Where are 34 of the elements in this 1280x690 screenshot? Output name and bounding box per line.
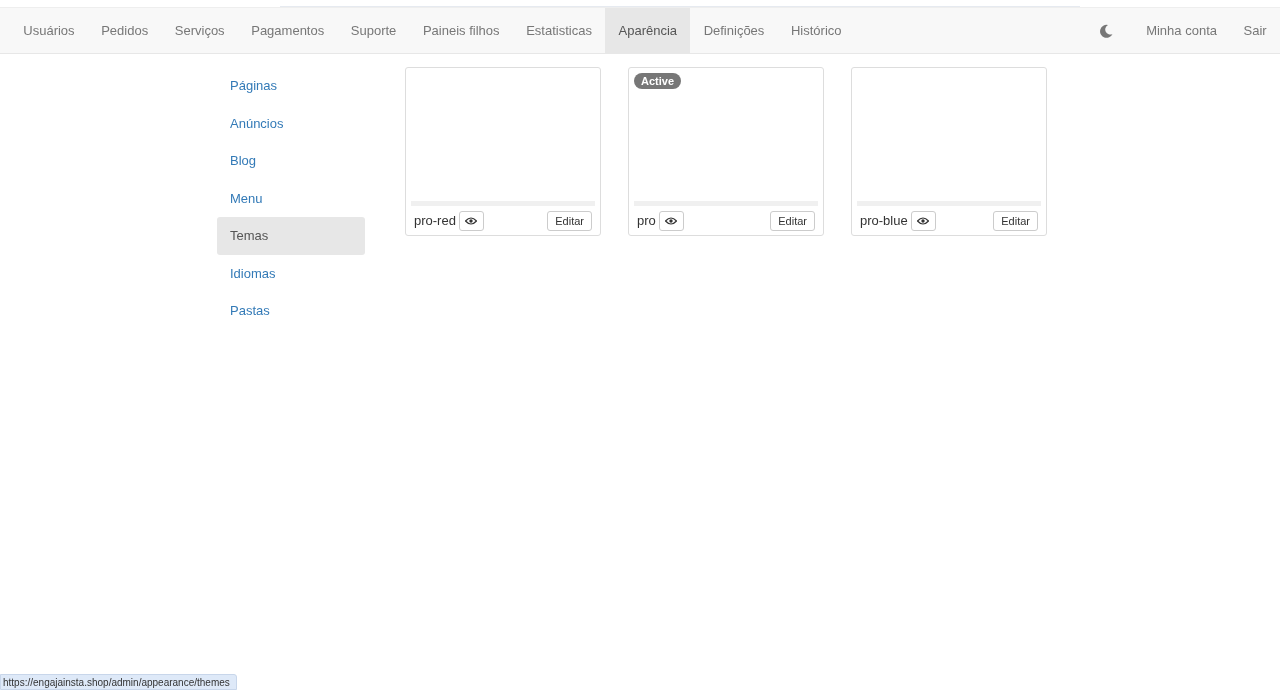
sidebar-item[interactable]: Idiomas <box>217 254 365 292</box>
sidebar-item[interactable]: Anúncios <box>217 104 365 142</box>
theme-name: pro-red <box>414 213 456 228</box>
nav-link[interactable]: Estatisticas <box>512 8 606 53</box>
nav-link[interactable]: Aparência <box>605 8 691 53</box>
theme-name: pro <box>637 213 656 228</box>
active-badge: Active <box>634 73 682 89</box>
sidebar-item[interactable]: Menu <box>217 179 365 217</box>
nav-link[interactable]: Histórico <box>777 8 855 53</box>
sidebar-item[interactable]: Blog <box>217 142 365 180</box>
nav-link[interactable]: Pedidos <box>87 8 162 53</box>
nav-link[interactable]: Minha conta <box>1132 8 1231 53</box>
theme-name: pro-blue <box>860 213 908 228</box>
edit-button[interactable]: Editar <box>993 210 1038 231</box>
preview-button[interactable] <box>458 210 484 231</box>
eye-icon <box>665 216 678 225</box>
nav-link[interactable]: Pagamentos <box>237 8 338 53</box>
status-url: https://engajainsta.shop/admin/appearance/themes <box>0 674 237 690</box>
edit-button[interactable]: Editar <box>770 210 815 231</box>
nav-link[interactable]: Paineis filhos <box>409 8 513 53</box>
edit-button[interactable]: Editar <box>547 210 592 231</box>
preview-button[interactable] <box>910 210 936 231</box>
eye-icon <box>917 216 930 225</box>
preview-button[interactable] <box>658 210 684 231</box>
eye-icon <box>465 216 478 225</box>
nav-link[interactable]: Definições <box>690 8 778 53</box>
nav-link[interactable]: Usuários <box>10 8 88 53</box>
sidebar-item[interactable]: Temas <box>217 217 365 255</box>
moon-icon[interactable] <box>1098 23 1113 38</box>
nav-link[interactable]: Sair <box>1230 8 1280 53</box>
sidebar-item[interactable]: Páginas <box>217 67 365 105</box>
nav-link[interactable]: Suporte <box>337 8 410 53</box>
sidebar-item[interactable]: Pastas <box>217 292 365 330</box>
nav-link[interactable]: Serviços <box>161 8 238 53</box>
